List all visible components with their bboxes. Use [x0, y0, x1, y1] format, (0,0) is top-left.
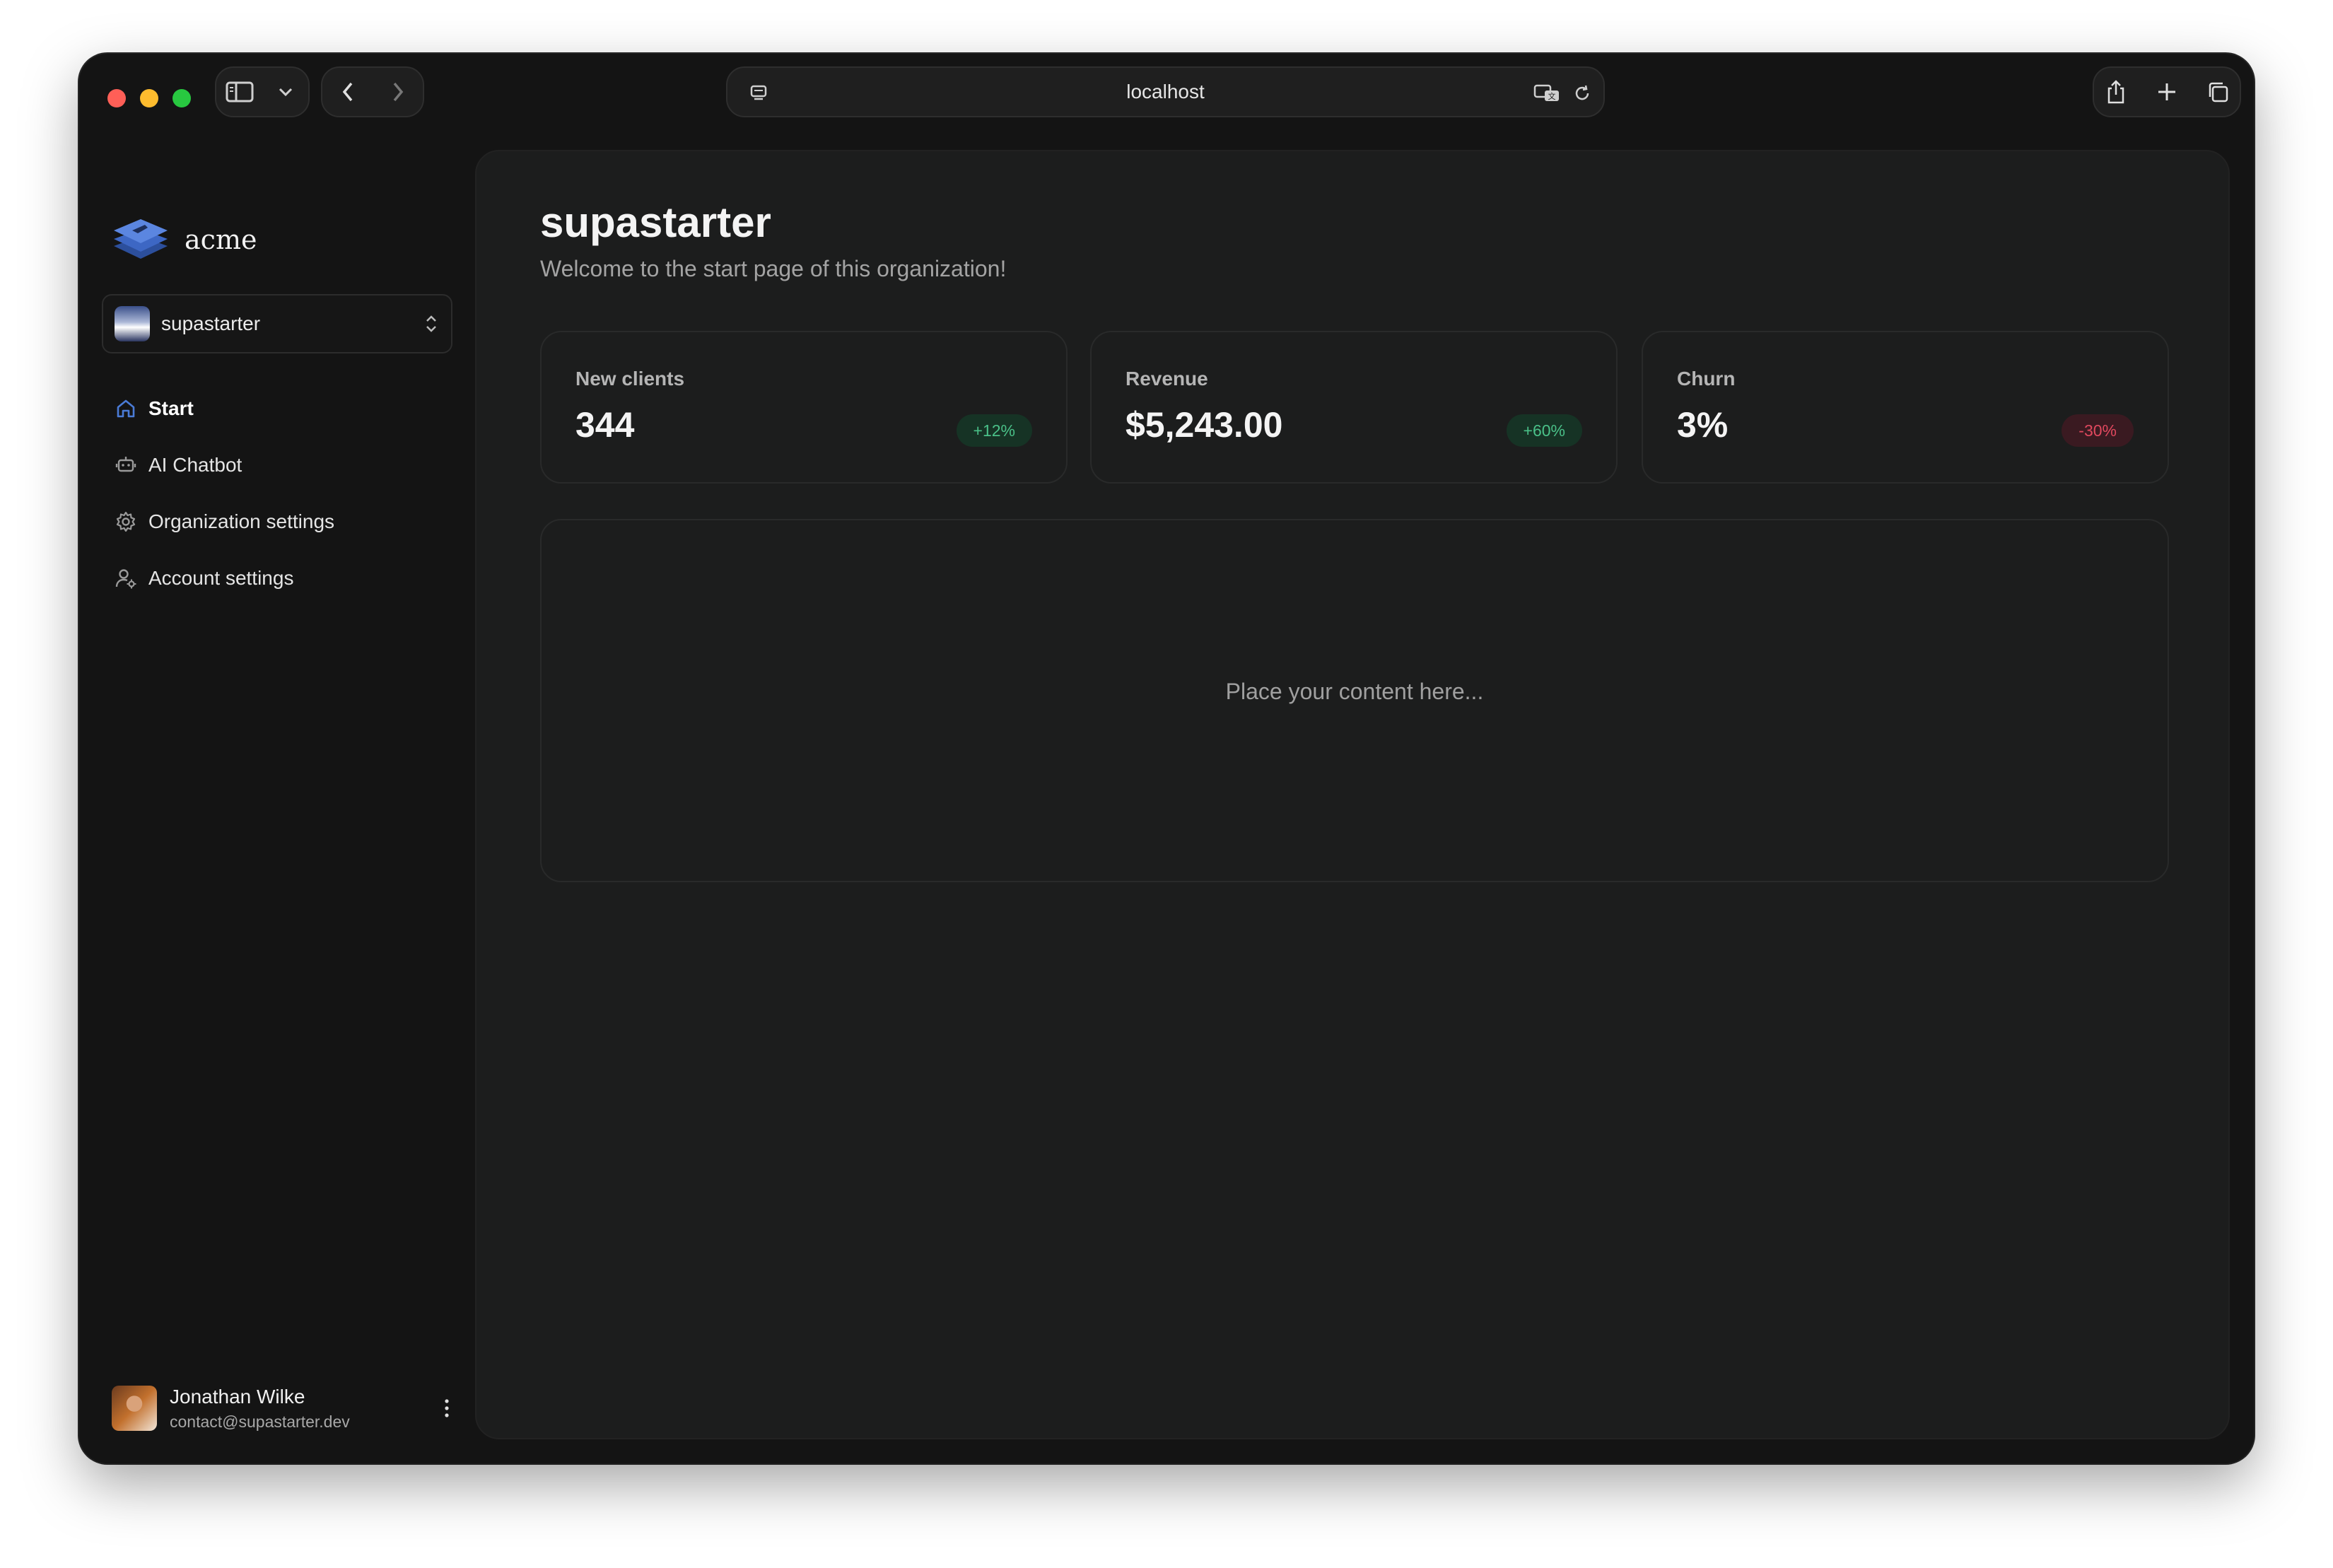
sidebar-icon — [226, 81, 253, 103]
address-bar-actions: 文 — [1526, 72, 1596, 115]
close-window-button[interactable] — [107, 89, 126, 107]
chatbot-icon — [115, 457, 136, 472]
tab-overview-button[interactable] — [2197, 71, 2239, 113]
address-bar[interactable]: localhost 文 — [726, 66, 1605, 117]
browser-window: localhost 文 acme supastarter Start AI Ch… — [79, 54, 2254, 1463]
page-title: supastarter — [540, 199, 771, 246]
share-icon — [2107, 80, 2124, 104]
stat-label: Revenue — [1125, 368, 1208, 390]
translate-icon: 文 — [1533, 84, 1559, 101]
trend-badge: +12% — [956, 414, 1032, 447]
history-nav-group — [321, 66, 424, 117]
sidebar-item-label: AI Chatbot — [148, 454, 242, 476]
gear-icon — [116, 511, 136, 532]
chevron-left-icon — [342, 82, 352, 102]
trend-badge: +60% — [1506, 414, 1582, 447]
sidebar: acme supastarter Start AI Chatbot Organi… — [79, 153, 475, 1463]
forward-button[interactable] — [377, 71, 419, 113]
acme-logo-icon — [114, 219, 168, 259]
stat-label: Churn — [1677, 368, 1736, 390]
stat-value: $5,243.00 — [1125, 405, 1283, 445]
content-placeholder-box: Place your content here... — [540, 519, 2169, 882]
window-actions-group — [2093, 66, 2241, 117]
chevron-up-down-icon — [426, 315, 436, 332]
svg-text:文: 文 — [1548, 91, 1556, 101]
stat-label: New clients — [575, 368, 685, 390]
brand-name: acme — [185, 224, 257, 255]
page-subtitle: Welcome to the start page of this organi… — [540, 256, 1007, 281]
stat-card-new-clients: New clients 344 +12% — [540, 331, 1068, 484]
stat-value: 3% — [1677, 405, 1729, 445]
stat-card-revenue: Revenue $5,243.00 +60% — [1090, 331, 1618, 484]
organization-name: supastarter — [161, 312, 261, 334]
trend-badge: -30% — [2062, 414, 2134, 447]
user-gear-icon — [115, 569, 136, 589]
stat-value: 344 — [575, 405, 635, 445]
avatar — [112, 1386, 157, 1431]
url-text: localhost — [1126, 81, 1205, 103]
chevron-right-icon — [393, 82, 403, 102]
sidebar-item-ai-chatbot[interactable]: AI Chatbot — [115, 437, 334, 493]
reload-icon — [1575, 85, 1589, 100]
organization-avatar — [115, 306, 150, 341]
user-menu[interactable]: Jonathan Wilke contact@supastarter.dev — [112, 1380, 451, 1437]
minimize-window-button[interactable] — [140, 89, 158, 107]
sidebar-item-label: Start — [148, 397, 194, 419]
share-button[interactable] — [2095, 71, 2137, 113]
tab-overview-icon — [2209, 82, 2228, 103]
sidebar-item-label: Account settings — [148, 567, 294, 589]
back-button[interactable] — [327, 71, 369, 113]
tab-groups-dropdown-button[interactable] — [264, 71, 307, 113]
sidebar-item-organization-settings[interactable]: Organization settings — [115, 493, 334, 550]
main-content: supastarter Welcome to the start page of… — [475, 150, 2230, 1439]
sidebar-item-start[interactable]: Start — [115, 380, 334, 437]
stat-card-churn: Churn 3% -30% — [1642, 331, 2169, 484]
maximize-window-button[interactable] — [173, 89, 191, 107]
user-name: Jonathan Wilke — [170, 1385, 305, 1408]
user-email: contact@supastarter.dev — [170, 1412, 350, 1431]
plus-icon — [2158, 83, 2175, 100]
chevron-down-icon — [279, 88, 292, 97]
home-icon — [117, 399, 135, 418]
user-info: Jonathan Wilke contact@supastarter.dev — [170, 1386, 443, 1432]
sidebar-toggle-group — [215, 66, 310, 117]
more-vertical-icon[interactable] — [443, 1397, 451, 1420]
sidebar-item-label: Organization settings — [148, 510, 335, 532]
reload-button[interactable] — [1568, 72, 1596, 115]
sidebar-nav: Start AI Chatbot Organization settings A… — [115, 380, 334, 607]
content-placeholder-text: Place your content here... — [1225, 679, 1484, 704]
browser-toolbar: localhost 文 — [79, 54, 2254, 153]
sidebar-item-account-settings[interactable]: Account settings — [115, 550, 334, 607]
brand-logo[interactable]: acme — [111, 215, 257, 264]
new-tab-button[interactable] — [2146, 71, 2188, 113]
organization-select[interactable]: supastarter — [102, 294, 452, 353]
translate-button[interactable]: 文 — [1526, 72, 1568, 115]
sidebar-toggle-button[interactable] — [218, 71, 261, 113]
